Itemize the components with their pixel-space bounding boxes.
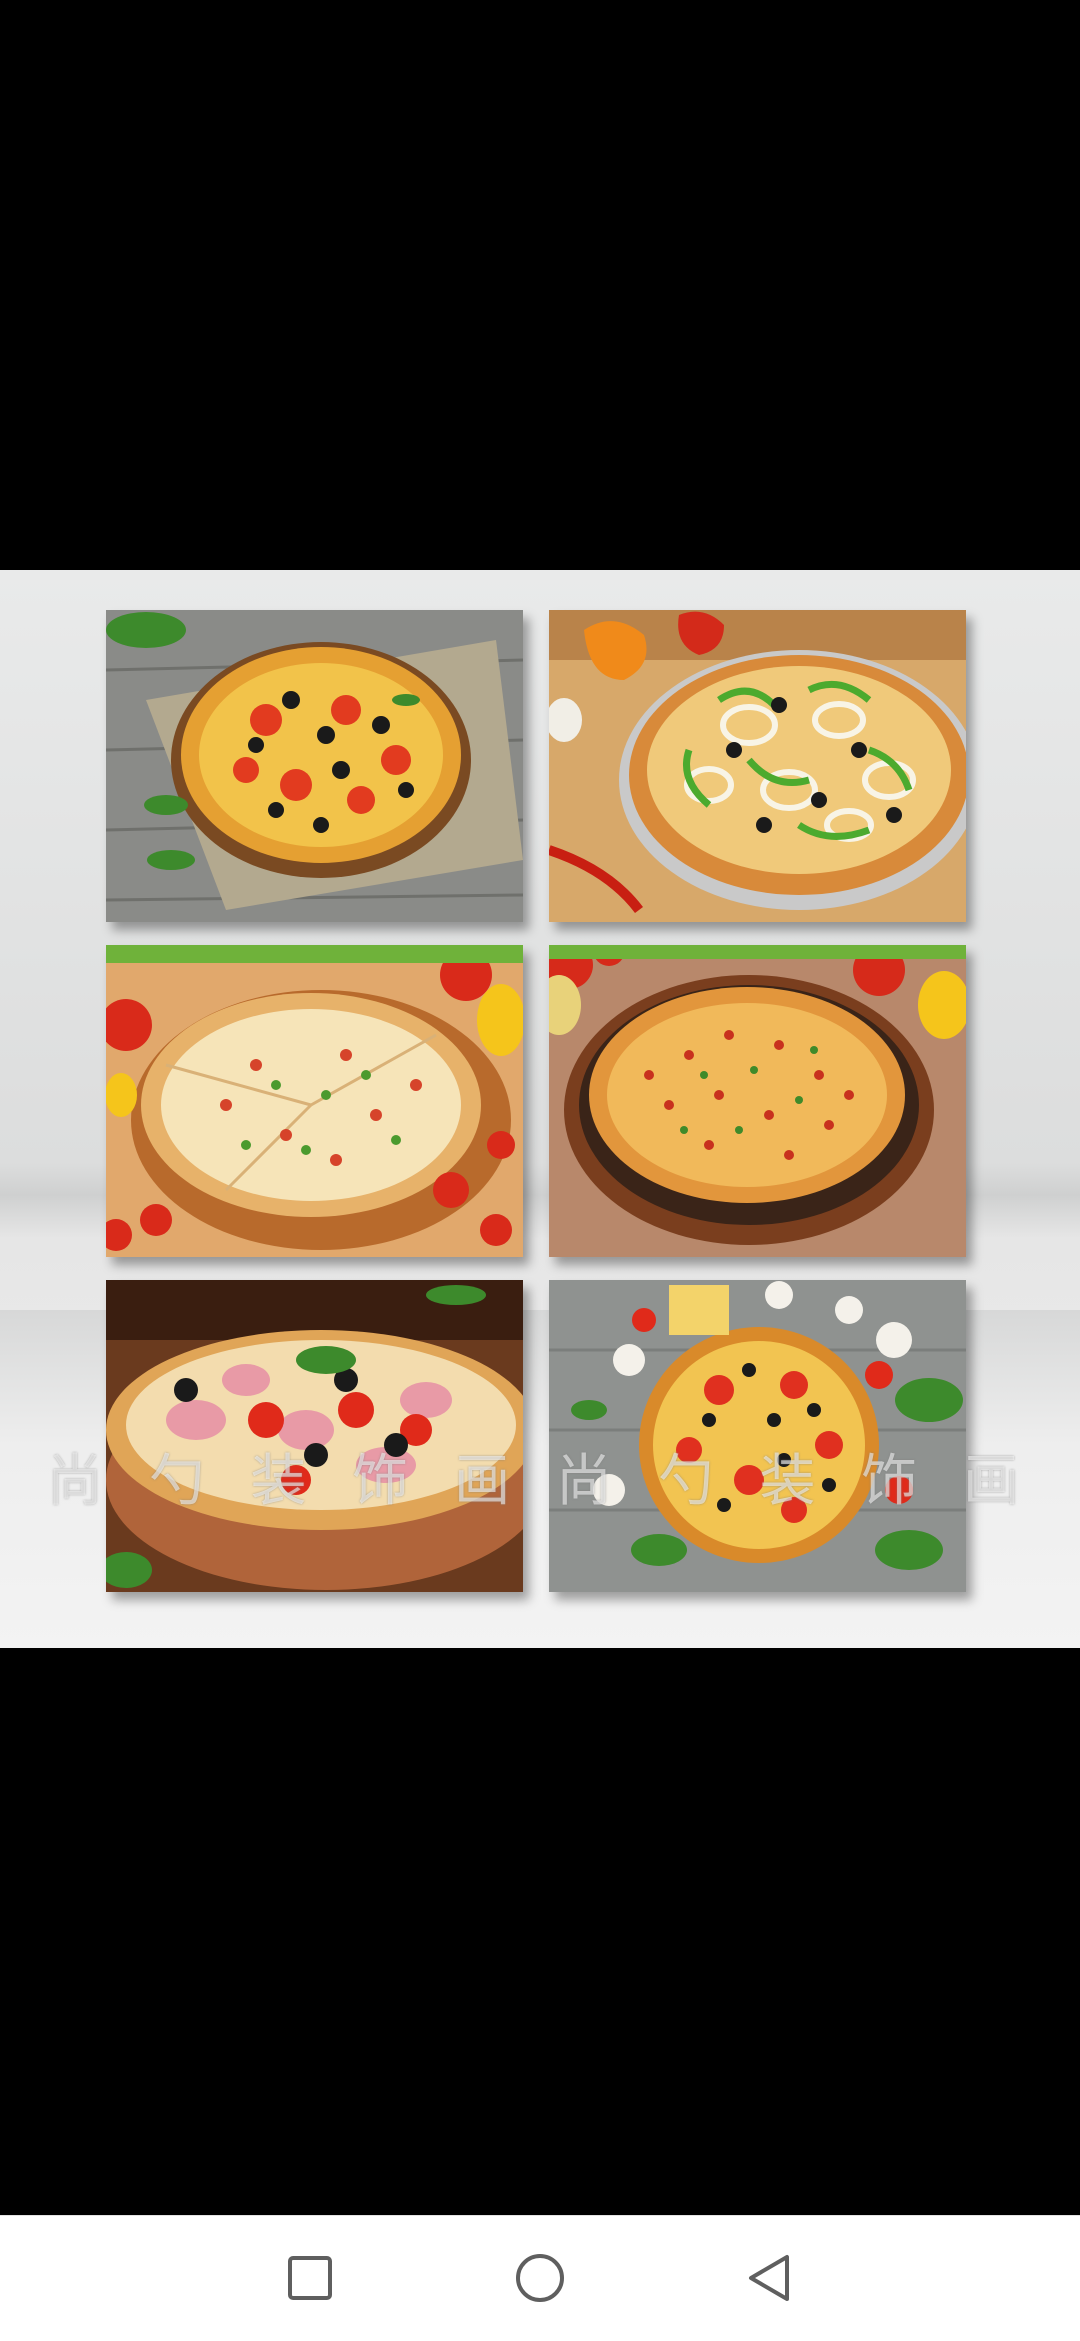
pizza-green-pepper-onion-image — [549, 610, 966, 922]
pizza-canvas-5 — [106, 1280, 523, 1592]
system-nav-bar — [0, 2215, 1080, 2341]
pizza-sliced-peas-image — [106, 945, 523, 1257]
product-photo[interactable]: 尚 勺 装 饰 画 尚 勺 装 饰 画 — [0, 570, 1080, 1648]
pizza-canvas-2 — [549, 610, 966, 922]
pizza-olive-pepper-image — [106, 610, 523, 922]
pizza-ham-basil-image — [106, 1280, 523, 1592]
circle-icon — [516, 2254, 564, 2302]
back-button[interactable] — [740, 2248, 800, 2308]
pizza-canvas-3 — [106, 945, 523, 1257]
image-viewer[interactable]: 尚 勺 装 饰 画 尚 勺 装 饰 画 — [0, 0, 1080, 2215]
square-icon — [288, 2256, 332, 2300]
recents-button[interactable] — [280, 2248, 340, 2308]
pizza-canvas-1 — [106, 610, 523, 922]
pizza-mushroom-cheese-image — [549, 1280, 966, 1592]
triangle-back-icon — [749, 2255, 789, 2301]
home-button[interactable] — [510, 2248, 570, 2308]
pizza-canvas-4 — [549, 945, 966, 1257]
pizza-canvas-6 — [549, 1280, 966, 1592]
pizza-pan-tomato-image — [549, 945, 966, 1257]
